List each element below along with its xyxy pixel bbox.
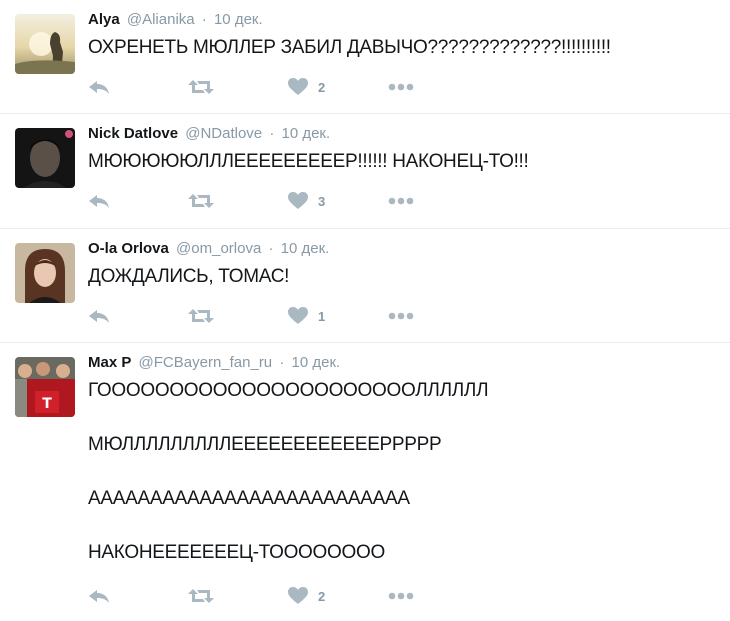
- reply-icon: [88, 193, 110, 209]
- tweet-line: ДОЖДАЛИСЬ, ТОМАС!: [88, 266, 290, 287]
- separator-dot: ·: [268, 240, 274, 257]
- tweet-text: ДОЖДАЛИСЬ, ТОМАС!: [88, 265, 720, 289]
- separator-dot: ·: [269, 125, 275, 142]
- like-count: 2: [318, 79, 326, 95]
- like-count: 1: [318, 308, 326, 324]
- retweet-button[interactable]: [188, 308, 288, 324]
- tweet-header: Max P @FCBayern_fan_ru · 10 дек.: [88, 353, 720, 373]
- reply-button[interactable]: [88, 588, 188, 604]
- like-button[interactable]: 2: [288, 78, 388, 96]
- tweet-text: ОХРЕНЕТЬ МЮЛЛЕР ЗАБИЛ ДАВЫЧО????????????…: [88, 36, 720, 60]
- tweet-header: O-la Orlova @om_orlova · 10 дек.: [88, 239, 720, 259]
- reply-button[interactable]: [88, 79, 188, 95]
- timestamp[interactable]: 10 дек.: [214, 11, 263, 28]
- tweet-line: АААААААААААААААААААААААААА: [88, 488, 410, 509]
- tweet-actions: 2: [88, 77, 414, 97]
- tweet: T Max P @FCBayern_fan_ru · 10 дек. ГОООО…: [0, 343, 730, 621]
- heart-icon: [288, 192, 308, 210]
- tweet-actions: 2: [88, 586, 414, 606]
- timestamp[interactable]: 10 дек.: [281, 125, 330, 142]
- user-name[interactable]: Max P: [88, 354, 131, 371]
- reply-icon: [88, 79, 110, 95]
- timestamp[interactable]: 10 дек.: [292, 354, 341, 371]
- reply-button[interactable]: [88, 308, 188, 324]
- heart-icon: [288, 587, 308, 605]
- retweet-icon: [188, 79, 214, 95]
- tweet-line: НАКОНЕЕЕЕЕЕЕЦ-ТОООООООО: [88, 542, 385, 563]
- separator-dot: ·: [201, 11, 207, 28]
- tweet-actions: 3: [88, 191, 414, 211]
- reply-button[interactable]: [88, 193, 188, 209]
- like-button[interactable]: 3: [288, 192, 388, 210]
- user-handle[interactable]: @NDatlove: [185, 125, 262, 142]
- more-button[interactable]: [388, 312, 414, 320]
- avatar[interactable]: [15, 128, 75, 188]
- user-handle[interactable]: @om_orlova: [176, 240, 261, 257]
- tweet-line: ОХРЕНЕТЬ МЮЛЛЕР ЗАБИЛ ДАВЫЧО????????????…: [88, 37, 611, 58]
- tweet: O-la Orlova @om_orlova · 10 дек. ДОЖДАЛИ…: [0, 229, 730, 343]
- more-icon: [388, 83, 414, 91]
- tweet-actions: 1: [88, 306, 414, 326]
- tweet-text: ГООООООООООООООООООООООЛЛЛЛЛЛ МЮЛЛЛЛЛЛЛЛ…: [88, 379, 720, 565]
- tweet-line: МЮЛЛЛЛЛЛЛЛЛЕЕЕЕЕЕЕЕЕЕЕЕРРРРР: [88, 434, 442, 455]
- timestamp[interactable]: 10 дек.: [281, 240, 330, 257]
- retweet-button[interactable]: [188, 79, 288, 95]
- heart-icon: [288, 78, 308, 96]
- avatar[interactable]: [15, 243, 75, 303]
- more-button[interactable]: [388, 83, 414, 91]
- more-button[interactable]: [388, 592, 414, 600]
- more-button[interactable]: [388, 197, 414, 205]
- avatar[interactable]: [15, 14, 75, 74]
- reply-icon: [88, 588, 110, 604]
- more-icon: [388, 197, 414, 205]
- user-name[interactable]: O-la Orlova: [88, 240, 169, 257]
- like-count: 2: [318, 588, 326, 604]
- more-icon: [388, 312, 414, 320]
- tweet: Alya @Alianika · 10 дек. ОХРЕНЕТЬ МЮЛЛЕР…: [0, 0, 730, 114]
- like-count: 3: [318, 193, 326, 209]
- user-handle[interactable]: @Alianika: [127, 11, 195, 28]
- tweet-header: Alya @Alianika · 10 дек.: [88, 10, 720, 30]
- retweet-button[interactable]: [188, 193, 288, 209]
- reply-icon: [88, 308, 110, 324]
- svg-text:T: T: [42, 396, 52, 412]
- retweet-icon: [188, 588, 214, 604]
- tweet-line: ГООООООООООООООООООООООЛЛЛЛЛЛ: [88, 380, 489, 401]
- retweet-icon: [188, 308, 214, 324]
- tweet-line: МЮЮЮЮЮЛЛЛЕЕЕЕЕЕЕЕЕР!!!!!! НАКОНЕЦ-ТО!!!: [88, 151, 529, 172]
- tweet-header: Nick Datlove @NDatlove · 10 дек.: [88, 124, 720, 144]
- avatar[interactable]: T: [15, 357, 75, 417]
- like-button[interactable]: 1: [288, 307, 388, 325]
- user-name[interactable]: Nick Datlove: [88, 125, 178, 142]
- heart-icon: [288, 307, 308, 325]
- more-icon: [388, 592, 414, 600]
- separator-dot: ·: [279, 354, 285, 371]
- tweet: Nick Datlove @NDatlove · 10 дек. МЮЮЮЮЮЛ…: [0, 114, 730, 229]
- user-name[interactable]: Alya: [88, 11, 120, 28]
- like-button[interactable]: 2: [288, 587, 388, 605]
- tweet-text: МЮЮЮЮЮЛЛЛЕЕЕЕЕЕЕЕЕР!!!!!! НАКОНЕЦ-ТО!!!: [88, 150, 720, 174]
- retweet-button[interactable]: [188, 588, 288, 604]
- user-handle[interactable]: @FCBayern_fan_ru: [139, 354, 273, 371]
- retweet-icon: [188, 193, 214, 209]
